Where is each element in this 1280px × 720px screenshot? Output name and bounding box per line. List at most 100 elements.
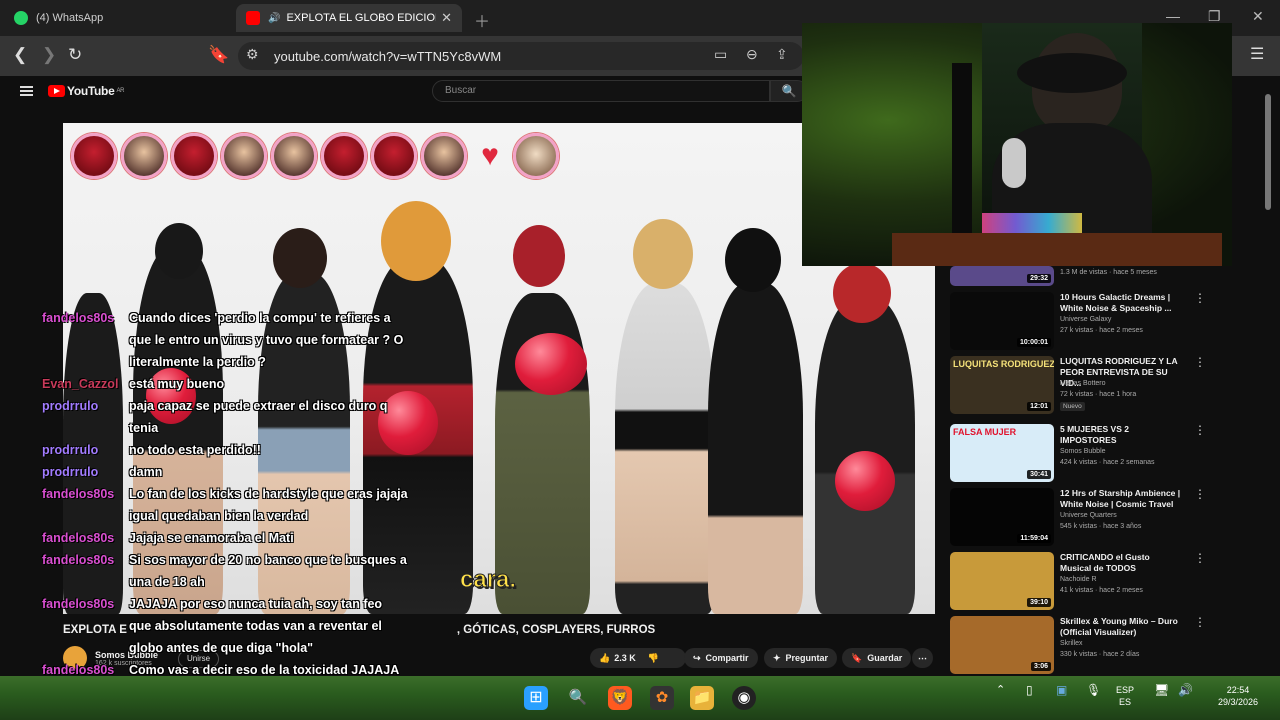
- ask-button[interactable]: ✦ Preguntar: [764, 648, 838, 668]
- reload-icon[interactable]: ↻: [68, 46, 82, 64]
- network-icon[interactable]: 🖥: [1154, 684, 1169, 696]
- forward-icon[interactable]: ❯: [42, 46, 56, 64]
- streamer-hair: [1017, 53, 1127, 93]
- like-dislike-button[interactable]: 👍 2.3 K 👎: [590, 648, 686, 668]
- heart-question-icon: ♥: [481, 139, 499, 172]
- close-tab-icon[interactable]: ✕: [441, 10, 452, 26]
- channel-info[interactable]: Somos Bubble 162 k suscriptores: [63, 646, 158, 670]
- close-window-icon[interactable]: ✕: [1252, 8, 1264, 25]
- recommended-channel[interactable]: Universe Quarters: [1060, 512, 1117, 519]
- video-thumbnail[interactable]: LUQUITAS RODRIGUEZ 12:01: [950, 356, 1054, 414]
- back-icon[interactable]: ❮: [13, 46, 27, 64]
- volume-icon[interactable]: 🔊: [1178, 684, 1193, 696]
- scrollbar-thumb[interactable]: [1265, 94, 1271, 210]
- more-actions-button[interactable]: ⋯: [912, 648, 933, 668]
- recommended-channel[interactable]: Universe Galaxy: [1060, 316, 1111, 323]
- recommended-title[interactable]: Skrillex & Young Miko – Duro (Official V…: [1060, 616, 1182, 638]
- page-scrollbar[interactable]: [1264, 90, 1272, 670]
- bookmark-icon[interactable]: 🔖: [208, 46, 229, 64]
- thumbs-up-icon[interactable]: 👍: [599, 653, 610, 664]
- youtube-logo[interactable]: YouTube AR: [48, 84, 124, 98]
- recommended-video[interactable]: 10:00:01 10 Hours Galactic Dreams | White…: [950, 292, 1270, 354]
- contestant-avatar: [371, 133, 417, 179]
- minimize-icon[interactable]: —: [1166, 8, 1180, 24]
- more-options-icon[interactable]: ⋮: [1194, 424, 1206, 436]
- file-explorer-icon[interactable]: 📁: [690, 686, 714, 710]
- clock[interactable]: 22:54 29/3/2026: [1206, 684, 1270, 708]
- balloon: [146, 368, 196, 424]
- thumbs-down-icon[interactable]: 👎: [648, 653, 659, 664]
- video-thumbnail[interactable]: 39:10: [950, 552, 1054, 610]
- person-figure: [133, 248, 223, 614]
- recommended-title[interactable]: 10 Hours Galactic Dreams | White Noise &…: [1060, 292, 1182, 314]
- language-bottom: ES: [1119, 697, 1132, 707]
- recommended-title[interactable]: 12 Hrs of Starship Ambience | White Nois…: [1060, 488, 1182, 510]
- youtube-play-icon: [48, 85, 65, 97]
- cast-icon[interactable]: ▭: [714, 46, 727, 63]
- tab-whatsapp[interactable]: (4) WhatsApp: [4, 4, 232, 32]
- recommended-video[interactable]: FALSA MUJER 30:41 5 MUJERES VS 2 IMPOSTORE…: [950, 424, 1270, 486]
- recommended-title[interactable]: 5 MUJERES VS 2 IMPOSTORES: [1060, 424, 1182, 446]
- channel-name[interactable]: Somos Bubble: [95, 650, 158, 660]
- more-options-icon[interactable]: ⋮: [1194, 552, 1206, 564]
- contestant-avatar: [221, 133, 267, 179]
- screen: (4) WhatsApp 🔊 EXPLOTA EL GLOBO EDICION …: [0, 0, 1280, 720]
- video-thumbnail[interactable]: 11:59:04: [950, 488, 1054, 546]
- balloon: [835, 451, 895, 511]
- save-icon: 🔖: [851, 652, 863, 663]
- menu-icon[interactable]: ☰: [1250, 46, 1264, 64]
- save-button[interactable]: 🔖 Guardar: [842, 648, 912, 668]
- hamburger-menu-icon[interactable]: [20, 86, 33, 96]
- recommended-title[interactable]: CRITICANDO el Gusto Musical de TODOS: [1060, 552, 1182, 574]
- video-thumbnail[interactable]: 29:32: [950, 266, 1054, 286]
- zoom-icon[interactable]: ⊖: [746, 46, 758, 63]
- recommended-video[interactable]: LUQUITAS RODRIGUEZ 12:01 LUQUITAS RODRIGUE…: [950, 356, 1270, 418]
- more-options-icon[interactable]: ⋮: [1194, 356, 1206, 368]
- video-caption: cara.: [459, 566, 517, 594]
- share-button[interactable]: ↪ Compartir: [684, 648, 758, 668]
- fl-studio-icon[interactable]: ✿: [650, 686, 674, 710]
- recommended-channel[interactable]: Somos Bubble: [1060, 448, 1106, 455]
- video-duration: 12:01: [1027, 402, 1051, 411]
- join-button[interactable]: Unirse: [178, 650, 220, 668]
- site-settings-icon[interactable]: ⚙: [246, 46, 259, 63]
- desk: [892, 233, 1222, 266]
- language-indicator[interactable]: ESP ES: [1116, 684, 1134, 708]
- video-title-end: , GÓTICAS, COSPLAYERS, FURROS: [456, 624, 656, 636]
- tray-overflow-icon[interactable]: ⌃: [996, 684, 1005, 696]
- more-options-icon[interactable]: ⋮: [1194, 616, 1206, 628]
- person-head: [155, 223, 203, 279]
- clock-date: 29/3/2026: [1217, 697, 1259, 707]
- usb-icon[interactable]: ▯: [1026, 684, 1033, 696]
- balloon: [515, 333, 587, 395]
- ask-label: Preguntar: [785, 653, 829, 663]
- recommended-video[interactable]: 39:10 CRITICANDO el Gusto Musical de TODO…: [950, 552, 1270, 614]
- recommended-channel[interactable]: Matías Bottero: [1060, 380, 1106, 387]
- search-taskbar-icon[interactable]: 🔍: [566, 686, 590, 710]
- brave-browser-icon[interactable]: 🦁: [608, 686, 632, 710]
- recommended-video[interactable]: 11:59:04 12 Hrs of Starship Ambience | Wh…: [950, 488, 1270, 550]
- windows-start-icon[interactable]: ⊞: [524, 686, 548, 710]
- video-duration: 11:59:04: [1017, 534, 1051, 543]
- video-thumbnail[interactable]: 10:00:01: [950, 292, 1054, 350]
- recommended-video[interactable]: 3:06 Skrillex & Young Miko – Duro (Offici…: [950, 616, 1270, 678]
- video-thumbnail[interactable]: 3:06: [950, 616, 1054, 674]
- new-tab-icon[interactable]: ＋: [474, 8, 490, 32]
- app-tray-icon[interactable]: ▣: [1056, 684, 1067, 696]
- chat-message-line: Como vas a decir eso de la toxicidad JAJ…: [129, 663, 400, 677]
- obs-studio-icon[interactable]: ◉: [732, 686, 756, 710]
- channel-avatar[interactable]: [63, 646, 87, 670]
- microphone-icon[interactable]: 🎙: [1086, 684, 1101, 696]
- tab-youtube-video[interactable]: 🔊 EXPLOTA EL GLOBO EDICION ✕: [236, 4, 462, 32]
- search-input[interactable]: Buscar: [432, 80, 770, 102]
- share-page-icon[interactable]: ⇪: [776, 46, 788, 63]
- youtube-logo-text: YouTube: [67, 84, 115, 98]
- recommended-video[interactable]: 29:32 1.3 M de vistas · hace 5 meses: [950, 266, 1270, 288]
- recommended-meta: 330 k vistas · hace 2 días: [1060, 651, 1140, 658]
- recommended-channel[interactable]: Nachoide R: [1060, 576, 1097, 583]
- more-options-icon[interactable]: ⋮: [1194, 292, 1206, 304]
- more-options-icon[interactable]: ⋮: [1194, 488, 1206, 500]
- recommended-channel[interactable]: Skrillex: [1060, 640, 1083, 647]
- video-thumbnail[interactable]: FALSA MUJER 30:41: [950, 424, 1054, 482]
- recommended-meta: 545 k vistas · hace 3 años: [1060, 523, 1142, 530]
